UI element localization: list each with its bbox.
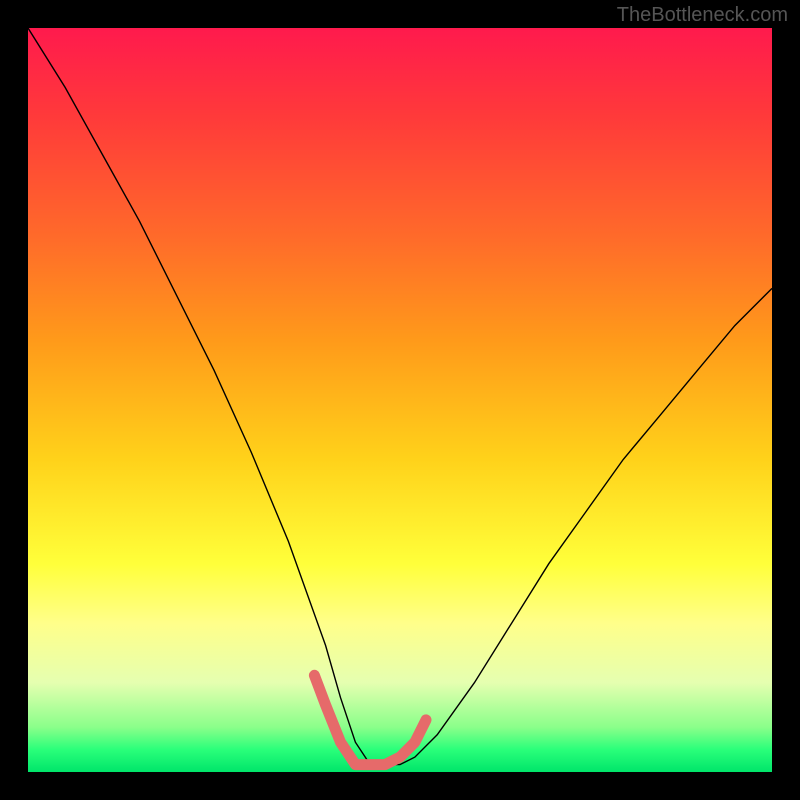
chart-plot-area bbox=[28, 28, 772, 772]
bottleneck-curve bbox=[28, 28, 772, 765]
watermark-text: TheBottleneck.com bbox=[617, 4, 788, 27]
optimal-range-highlight bbox=[314, 675, 426, 764]
chart-svg bbox=[28, 28, 772, 772]
